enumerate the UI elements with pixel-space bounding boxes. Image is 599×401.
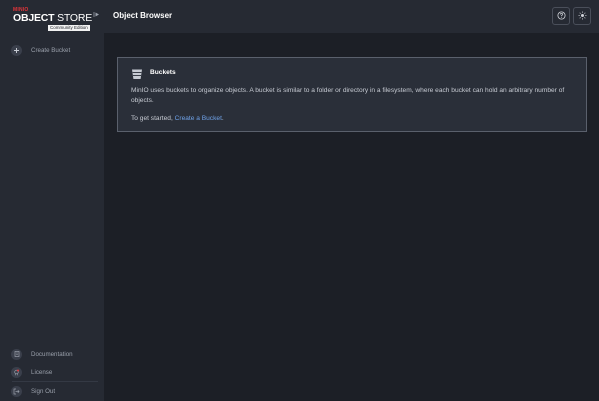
sign-out-label: Sign Out — [31, 387, 56, 395]
sidebar: MINIO OBJECT STORE Community Edition Cre… — [0, 0, 104, 401]
help-icon — [557, 7, 566, 25]
theme-toggle-button[interactable] — [573, 7, 591, 25]
minio-logo[interactable]: MINIO OBJECT STORE Community Edition — [13, 7, 97, 31]
top-header: Object Browser — [104, 0, 599, 33]
cta-prefix: To get started, — [131, 115, 175, 122]
sidebar-item-documentation[interactable]: Documentation — [8, 346, 98, 362]
sign-out-icon — [11, 385, 22, 397]
main-content: Buckets MinIO uses buckets to organize o… — [104, 33, 599, 401]
logo-product-light: STORE — [54, 12, 93, 24]
sidebar-item-sign-out[interactable]: Sign Out — [8, 383, 98, 399]
create-bucket-link[interactable]: Create a Bucket — [175, 115, 222, 122]
collapse-sidebar-icon[interactable] — [93, 5, 100, 17]
buckets-card-cta: To get started, Create a Bucket. — [131, 115, 224, 122]
license-icon — [11, 366, 22, 378]
plus-icon — [11, 44, 22, 56]
cta-suffix: . — [221, 115, 224, 122]
help-button[interactable] — [552, 7, 570, 25]
create-bucket-button[interactable]: Create Bucket — [8, 42, 98, 58]
bucket-icon — [131, 67, 143, 79]
sun-icon — [578, 7, 587, 25]
app-root: MINIO OBJECT STORE Community Edition Cre… — [0, 0, 599, 401]
create-bucket-label: Create Bucket — [31, 46, 71, 54]
sidebar-item-license[interactable]: License — [8, 364, 98, 380]
sidebar-divider — [12, 381, 98, 382]
buckets-info-card: Buckets MinIO uses buckets to organize o… — [117, 57, 587, 132]
documentation-label: Documentation — [31, 350, 73, 358]
logo-edition-badge: Community Edition — [48, 25, 90, 31]
logo-product: OBJECT STORE — [13, 12, 92, 24]
buckets-card-description: MinIO uses buckets to organize objects. … — [131, 87, 565, 104]
page-title: Object Browser — [113, 11, 173, 20]
license-label: License — [31, 368, 53, 376]
buckets-card-title: Buckets — [150, 69, 176, 76]
logo-product-bold: OBJECT — [13, 12, 55, 24]
document-icon — [11, 348, 22, 360]
